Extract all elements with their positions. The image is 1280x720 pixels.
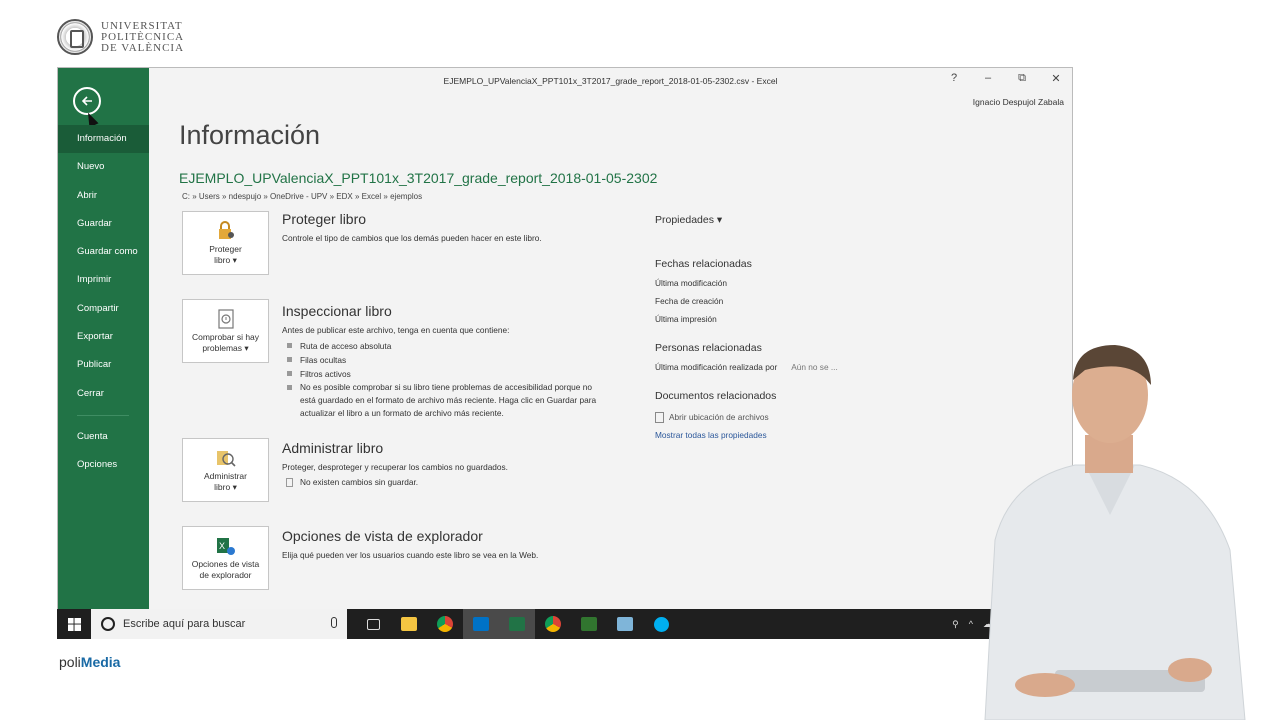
- section-description: Proteger, desproteger y recuperar los ca…: [282, 462, 508, 472]
- nav-item-compartir[interactable]: Compartir: [58, 295, 149, 323]
- nav-item-cuenta[interactable]: Cuenta: [58, 423, 149, 451]
- related-documents-heading: Documentos relacionados: [655, 390, 777, 402]
- page-title: Información: [179, 120, 321, 150]
- inspect-document-icon: [215, 308, 237, 329]
- nav-item-guardar-como[interactable]: Guardar como: [58, 238, 149, 266]
- section-description: Controle el tipo de cambios que los demá…: [282, 233, 542, 243]
- polimedia-logo: poliMedia: [59, 654, 121, 670]
- backstage-sidebar: Información Nuevo Abrir Guardar Guardar …: [58, 68, 149, 609]
- manage-document-icon: [215, 448, 237, 468]
- manage-workbook-button[interactable]: Administrar libro ▾: [182, 438, 269, 502]
- cortana-icon: [101, 617, 115, 631]
- project-icon[interactable]: [571, 609, 607, 639]
- microphone-icon[interactable]: [331, 617, 337, 628]
- university-logo: UNIVERSITAT POLITÈCNICA DE VALÈNCIA: [57, 19, 184, 55]
- university-name: UNIVERSITAT POLITÈCNICA DE VALÈNCIA: [101, 19, 185, 54]
- notes-app-icon[interactable]: [607, 609, 643, 639]
- properties-panel: Propiedades ▾ Fechas relacionadas Última…: [655, 214, 905, 444]
- info-pane: Información EJEMPLO_UPValenciaX_PPT101x_…: [149, 68, 1072, 609]
- browser-view-options-button[interactable]: X Opciones de vista de explorador: [182, 526, 269, 590]
- nav-divider: [77, 414, 129, 416]
- section-title: Administrar libro: [282, 440, 384, 456]
- section-title: Proteger libro: [282, 211, 367, 227]
- nav-item-imprimir[interactable]: Imprimir: [58, 266, 149, 294]
- nav-item-nuevo[interactable]: Nuevo: [58, 153, 149, 181]
- file-path[interactable]: C: » Users » ndespujo » OneDrive - UPV »…: [182, 192, 422, 201]
- file-explorer-icon[interactable]: [391, 609, 427, 639]
- inspect-bullets: Ruta de acceso absoluta Filas ocultas Fi…: [282, 339, 602, 420]
- nav-item-abrir[interactable]: Abrir: [58, 182, 149, 210]
- last-modified-by-label: Última modificación realizada por: [655, 362, 778, 372]
- list-item: No es posible comprobar si su libro tien…: [282, 381, 602, 420]
- section-description: Elija qué pueden ver los usuarios cuando…: [282, 550, 539, 560]
- svg-text:X: X: [219, 541, 225, 551]
- nav-item-opciones[interactable]: Opciones: [58, 451, 149, 479]
- file-name: EJEMPLO_UPValenciaX_PPT101x_3T2017_grade…: [179, 170, 658, 186]
- last-printed-label: Última impresión: [655, 314, 717, 324]
- related-dates-heading: Fechas relacionadas: [655, 258, 752, 270]
- excel-web-icon: X: [215, 536, 237, 556]
- taskbar-search[interactable]: Escribe aquí para buscar: [91, 609, 347, 639]
- windows-start-icon[interactable]: [57, 609, 91, 639]
- list-item: Ruta de acceso absoluta: [282, 339, 602, 353]
- related-people-heading: Personas relacionadas: [655, 342, 762, 354]
- show-all-properties-link[interactable]: Mostrar todas las propiedades: [655, 426, 905, 444]
- list-item: Filas ocultas: [282, 353, 602, 367]
- nav-item-cerrar[interactable]: Cerrar: [58, 380, 149, 408]
- section-description: Antes de publicar este archivo, tenga en…: [282, 325, 510, 335]
- nav-item-informacion[interactable]: Información: [58, 125, 149, 154]
- lock-icon: [215, 220, 237, 241]
- protect-workbook-button[interactable]: Proteger libro ▾: [182, 211, 269, 275]
- excel-icon[interactable]: [499, 609, 535, 639]
- presenter-image: [984, 345, 1246, 720]
- task-view-icon[interactable]: [355, 609, 391, 639]
- open-file-location-link[interactable]: Abrir ubicación de archivos: [655, 408, 905, 426]
- document-icon: [286, 478, 293, 487]
- university-seal-icon: [57, 19, 93, 55]
- created-label: Fecha de creación: [655, 296, 724, 306]
- nav-item-exportar[interactable]: Exportar: [58, 323, 149, 351]
- chrome-profile-icon[interactable]: [535, 609, 571, 639]
- windows-taskbar: Escribe aquí para buscar ⚲ ^ ☁ ▭ ◁ ✎ ES: [57, 609, 1073, 639]
- back-arrow-icon[interactable]: [73, 87, 101, 115]
- chrome-icon[interactable]: [427, 609, 463, 639]
- backstage-nav: Información Nuevo Abrir Guardar Guardar …: [58, 125, 149, 480]
- file-icon: [655, 411, 664, 423]
- no-unsaved-changes-note: No existen cambios sin guardar.: [282, 476, 602, 489]
- nav-item-publicar[interactable]: Publicar: [58, 351, 149, 379]
- skype-icon[interactable]: [643, 609, 679, 639]
- nav-item-guardar[interactable]: Guardar: [58, 210, 149, 238]
- section-title: Inspeccionar libro: [282, 303, 392, 319]
- check-issues-button[interactable]: Comprobar si hay problemas ▾: [182, 299, 269, 363]
- excel-window: Información Nuevo Abrir Guardar Guardar …: [57, 67, 1073, 610]
- list-item: Filtros activos: [282, 367, 602, 381]
- outlook-icon[interactable]: [463, 609, 499, 639]
- people-icon[interactable]: ⚲: [952, 619, 959, 630]
- last-modified-label: Última modificación: [655, 278, 727, 288]
- section-title: Opciones de vista de explorador: [282, 528, 483, 544]
- last-modified-by-value: Aún no se ...: [791, 362, 838, 372]
- properties-dropdown[interactable]: Propiedades ▾: [655, 214, 905, 226]
